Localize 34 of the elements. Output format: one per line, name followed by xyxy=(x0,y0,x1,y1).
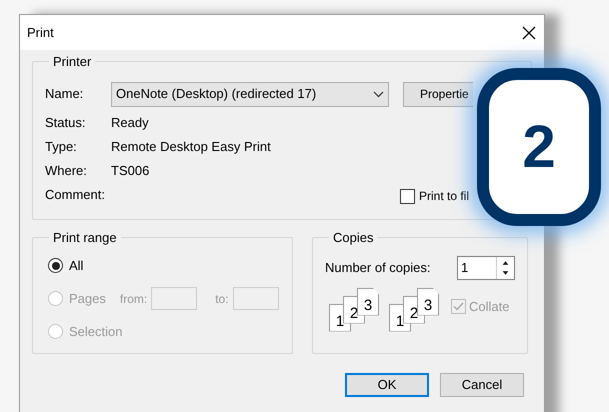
field-value: Ready xyxy=(111,114,149,132)
group-label: Print range xyxy=(52,229,118,247)
copies-spinner[interactable]: 1 xyxy=(457,256,515,280)
from-page-field[interactable] xyxy=(151,287,198,310)
step-number-badge: 2 xyxy=(477,68,601,226)
checkbox[interactable] xyxy=(400,188,415,204)
field-label: to: xyxy=(215,290,229,308)
field-value: Remote Desktop Easy Print xyxy=(111,138,271,156)
dialog-button[interactable]: OK xyxy=(345,373,429,397)
dialog-button[interactable]: Cancel xyxy=(440,373,524,397)
window-title: Print xyxy=(27,24,54,42)
field-label: Type: xyxy=(45,138,78,156)
printer-dropdown[interactable]: OneNote (Desktop) (redirected 17) xyxy=(111,82,389,106)
field-label: Name: xyxy=(45,85,84,104)
checkbox-label: Collate xyxy=(469,298,510,316)
numbered-page: 3 xyxy=(357,288,379,316)
group-label: Printer xyxy=(52,53,92,71)
field-value: TS006 xyxy=(111,162,150,180)
field-label: Status: xyxy=(45,114,86,132)
chevron-down-icon xyxy=(373,90,384,98)
group-label: Copies xyxy=(332,229,374,247)
radio-label: All xyxy=(69,256,84,275)
properties-button[interactable]: Propertie xyxy=(403,82,473,106)
radio-button[interactable] xyxy=(48,258,63,273)
numbered-page: 3 xyxy=(417,288,439,316)
field-label: Comment: xyxy=(45,186,106,204)
field-label: Where: xyxy=(45,162,88,180)
field-label: Number of copies: xyxy=(325,258,432,277)
radio-label: Pages xyxy=(69,290,106,308)
to-page-field[interactable] xyxy=(232,287,279,310)
radio-label: Selection xyxy=(69,322,122,341)
checkbox-label: Print to fil xyxy=(419,188,470,205)
close-icon[interactable] xyxy=(522,26,536,40)
field-label: from: xyxy=(120,290,148,308)
